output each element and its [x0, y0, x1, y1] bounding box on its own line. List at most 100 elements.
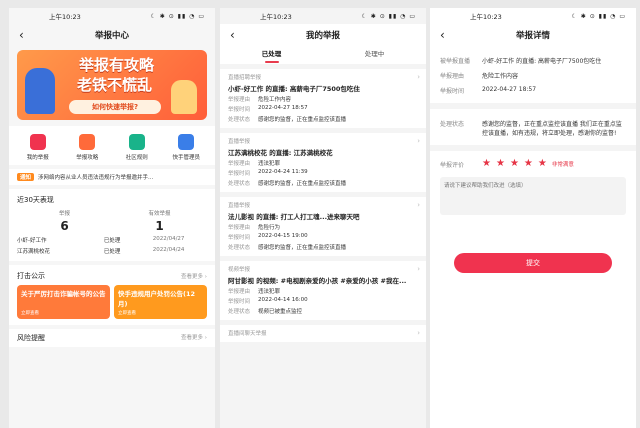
report-category: 直播间聊天举报	[228, 331, 267, 337]
status-bar: 上午10:23 ☾ ✱ ⊙ ▮▮ ◔ ▭	[9, 8, 215, 24]
star-icon[interactable]: ★	[538, 159, 547, 169]
rating-row: 举报评价 ★ ★ ★ ★ ★ 非常满意	[440, 159, 626, 169]
quick-label: 我的举报	[26, 155, 49, 161]
screenshot-collage: 上午10:23 ☾ ✱ ⊙ ▮▮ ◔ ▭ ‹ 举报中心 举报有攻略 老铁不慌乱 …	[0, 0, 640, 428]
report-category: 视频举报	[228, 267, 251, 273]
report-status: 感谢您的监督，正在重点监控该直播	[258, 181, 347, 187]
gift-illustration	[171, 80, 197, 114]
promo-banner[interactable]: 举报有攻略 老铁不慌乱 如何快速举报?	[17, 50, 207, 120]
reason-key: 举报理由	[228, 225, 251, 231]
play-screen-icon	[128, 134, 145, 150]
banner-headline-2: 老铁不慌乱	[77, 76, 153, 94]
page-title: 举报详情	[515, 31, 550, 41]
star-icon[interactable]: ★	[482, 159, 491, 169]
chevron-right-icon: ›	[417, 201, 420, 209]
quick-admin[interactable]: 快手管理员	[164, 134, 208, 161]
status-tabs: 已处理 处理中	[220, 46, 426, 64]
status-icons: ☾ ✱ ⊙ ▮▮ ◔ ▭	[150, 12, 205, 20]
card-link: 立即查看	[21, 311, 39, 316]
report-title: 法儿影视 的直播: 打工人打工魂...进来聊天吧	[228, 213, 360, 221]
notice-text: 涉网络内容从业人员违法违规行为举报邀并手...	[38, 175, 154, 181]
mascot-illustration	[25, 68, 55, 114]
status-bar: 上午10:23 ☾ ✱ ⊙ ▮▮ ◔ ▭	[220, 8, 426, 24]
tab-processing[interactable]: 处理中	[323, 46, 426, 64]
record-date: 2022/04/27	[152, 236, 185, 242]
star-icon[interactable]: ★	[510, 159, 519, 169]
announcement-card[interactable]: 关于严厉打击诈骗帐号的公告 立即查看	[17, 285, 110, 319]
chevron-right-icon: ›	[417, 137, 420, 145]
detail-row: 举报理由 危险工作内容	[440, 71, 626, 80]
page-title: 举报中心	[94, 31, 129, 41]
report-title: 小虾-好工作 的直播: 高薪电子厂7500包吃住	[228, 85, 360, 93]
report-status: 感谢您的监督，正在重点监控该直播	[258, 117, 347, 123]
notice-bar[interactable]: 通知 涉网络内容从业人员违法违规行为举报邀并手...	[9, 169, 215, 185]
record-row[interactable]: 江苏满桃校花 已处理 2022/04/24	[17, 247, 207, 255]
time-key: 举报时间	[228, 235, 251, 241]
banner-cta-button[interactable]: 如何快速举报?	[69, 100, 161, 114]
time-key: 举报时间	[228, 299, 251, 305]
nav-bar: ‹ 举报详情	[430, 24, 636, 46]
view-more-link[interactable]: 查看更多 ›	[181, 272, 207, 280]
back-icon[interactable]: ‹	[19, 29, 24, 41]
card-title: 关于严厉打击诈骗帐号的公告	[21, 290, 106, 298]
stat-label: 有效举报	[148, 211, 171, 217]
record-row[interactable]: 小虾-好工作 已处理 2022/04/27	[17, 236, 207, 244]
report-item[interactable]: › 直播招聘举报 小虾-好工作 的直播: 高薪电子厂7500包吃住 举报理由 危险…	[220, 69, 426, 128]
tab-processed[interactable]: 已处理	[220, 46, 323, 64]
chevron-right-icon: ›	[417, 265, 420, 273]
stats-title: 近30天表现	[17, 196, 54, 204]
comment-input[interactable]	[440, 177, 626, 215]
star-icon[interactable]: ★	[496, 159, 505, 169]
report-item[interactable]: › 直播举报 法儿影视 的直播: 打工人打工魂...进来聊天吧 举报理由 危险行为…	[220, 197, 426, 256]
report-item[interactable]: › 直播举报 江苏满桃校花 的直播: 江苏满桃校花 举报理由 违法犯罪 举报时间 2…	[220, 133, 426, 192]
submit-button[interactable]: 提交	[454, 253, 612, 273]
view-more-link[interactable]: 查看更多 ›	[181, 333, 207, 343]
reason-key: 举报理由	[228, 97, 251, 103]
status-key: 处理状态	[228, 309, 251, 315]
strike-section: 打击公示 查看更多 › 关于严厉打击诈骗帐号的公告 立即查看 快手违规用户处罚公告(…	[9, 265, 215, 325]
report-center-screen: 上午10:23 ☾ ✱ ⊙ ▮▮ ◔ ▭ ‹ 举报中心 举报有攻略 老铁不慌乱 …	[9, 8, 215, 428]
page-title: 我的举报	[305, 31, 340, 41]
report-category: 直播招聘举报	[228, 75, 262, 81]
reason-key: 举报理由	[228, 161, 251, 167]
time-key: 举报时间	[228, 171, 251, 177]
shield-icon	[29, 134, 46, 150]
status-key: 处理状态	[228, 117, 251, 123]
strike-title: 打击公示	[17, 272, 45, 280]
time-key: 举报时间	[228, 107, 251, 113]
report-item[interactable]: › 视频举报 阿甘影视 的视频: #电视剧亲爱的小孩 #亲爱的小孩 #我在...…	[220, 261, 426, 320]
status-time: 上午10:23	[260, 13, 292, 21]
quick-community-rules[interactable]: 社区规则	[115, 134, 159, 161]
quick-report-guide[interactable]: 举报攻略	[65, 134, 109, 161]
quick-label: 快手管理员	[172, 155, 200, 161]
back-icon[interactable]: ‹	[230, 29, 235, 41]
report-category: 直播举报	[228, 139, 251, 145]
stat-label: 举报	[58, 211, 70, 217]
report-category: 直播举报	[228, 203, 251, 209]
report-time: 2022-04-27 18:57	[258, 105, 308, 111]
quick-my-reports[interactable]: 我的举报	[16, 134, 60, 161]
card-title: 快手违规用户处罚公告(12月)	[118, 290, 196, 308]
report-item[interactable]: › 直播间聊天举报	[220, 325, 426, 342]
rating-key: 举报评价	[440, 161, 465, 169]
detail-row: 被举报直播 小虾-好工作 的直播: 高薪电子厂7500包吃住	[440, 56, 626, 65]
record-name: 江苏满桃校花	[17, 249, 51, 255]
chevron-right-icon: ›	[417, 73, 420, 81]
quick-label: 举报攻略	[76, 155, 99, 161]
back-icon[interactable]: ‹	[440, 29, 445, 41]
quick-label: 社区规则	[125, 155, 148, 161]
report-reason: 危险工作内容	[258, 97, 292, 103]
risk-section: 风险提醒 查看更多 ›	[9, 329, 215, 347]
report-time: 2022-04-24 11:39	[258, 169, 308, 175]
divider	[430, 103, 636, 109]
announcement-card[interactable]: 快手违规用户处罚公告(12月) 立即查看	[114, 285, 207, 319]
detail-value: 2022-04-27 18:57	[482, 86, 537, 93]
star-icon[interactable]: ★	[524, 159, 533, 169]
status-icons: ☾ ✱ ⊙ ▮▮ ◔ ▭	[361, 12, 416, 20]
detail-row: 举报时间 2022-04-27 18:57	[440, 86, 626, 95]
notice-tag: 通知	[17, 173, 35, 181]
banner-headline-1: 举报有攻略	[79, 56, 155, 74]
detail-value: 小虾-好工作 的直播: 高薪电子厂7500包吃住	[482, 58, 602, 65]
stats-section: 近30天表现 举报 6 有效举报 1 小虾-好工作 已处理 2022/04/27 江苏满…	[9, 189, 215, 261]
status-icons: ☾ ✱ ⊙ ▮▮ ◔ ▭	[571, 12, 626, 20]
